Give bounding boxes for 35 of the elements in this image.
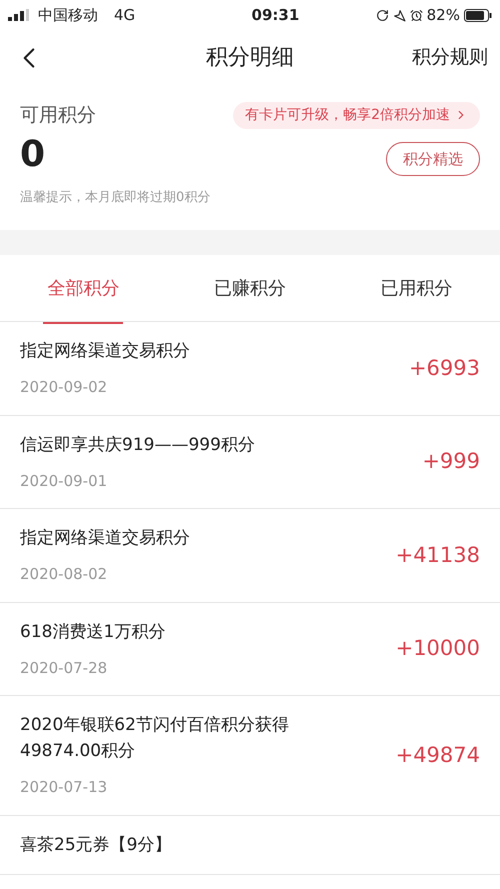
rules-link[interactable]: 积分规则 bbox=[388, 43, 488, 72]
record-date: 2020-09-02 bbox=[20, 377, 108, 398]
expiry-tip: 温馨提示，本月底即将过期0积分 bbox=[20, 189, 212, 207]
record-amount: +10000 bbox=[396, 635, 480, 662]
record-amount: +999 bbox=[422, 448, 480, 475]
battery-icon bbox=[464, 8, 492, 22]
record-title: 618消费送1万积分 bbox=[20, 620, 166, 644]
record-date: 2020-08-02 bbox=[20, 564, 108, 585]
alarm-icon bbox=[410, 8, 423, 22]
points-value: 0 bbox=[20, 136, 46, 173]
record-amount: +49874 bbox=[396, 742, 480, 768]
battery-percent: 82% bbox=[426, 4, 460, 26]
filter-tab[interactable]: 已用积分 bbox=[333, 255, 500, 321]
record-date: 2020-09-01 bbox=[20, 470, 108, 492]
page-title: 积分明细 bbox=[206, 44, 294, 72]
record-amount: +6993 bbox=[408, 354, 480, 382]
record-title: 指定网络渠道交易积分 bbox=[20, 527, 191, 550]
record-title: 信运即享共庆919——999积分 bbox=[20, 434, 256, 456]
record-title: 喜茶25元券【9分】 bbox=[20, 834, 172, 856]
record-date: 2020-07-28 bbox=[20, 658, 108, 678]
record-title: 指定网络渠道交易积分 bbox=[20, 340, 191, 363]
filter-tab[interactable]: 已赚积分 bbox=[166, 255, 334, 321]
points-label: 可用积分 bbox=[20, 103, 96, 128]
record-amount: +41138 bbox=[396, 542, 480, 568]
signal-icon bbox=[8, 9, 30, 21]
carrier-name: 中国移动 bbox=[38, 4, 98, 26]
location-icon bbox=[392, 8, 406, 22]
record-title: 2020年银联62节闪付百倍积分获得49874.00积分 bbox=[20, 714, 290, 763]
network-type: 4G bbox=[114, 4, 136, 26]
rotation-lock-icon bbox=[376, 8, 389, 22]
featured-button[interactable]: 积分精选 bbox=[386, 142, 480, 176]
clock-time: 09:31 bbox=[252, 4, 300, 26]
record-date: 2020-07-13 bbox=[20, 777, 108, 798]
upgrade-banner[interactable]: 有卡片可升级，畅享2倍积分加速 bbox=[233, 102, 480, 129]
filter-tab[interactable]: 全部积分 bbox=[0, 255, 167, 321]
